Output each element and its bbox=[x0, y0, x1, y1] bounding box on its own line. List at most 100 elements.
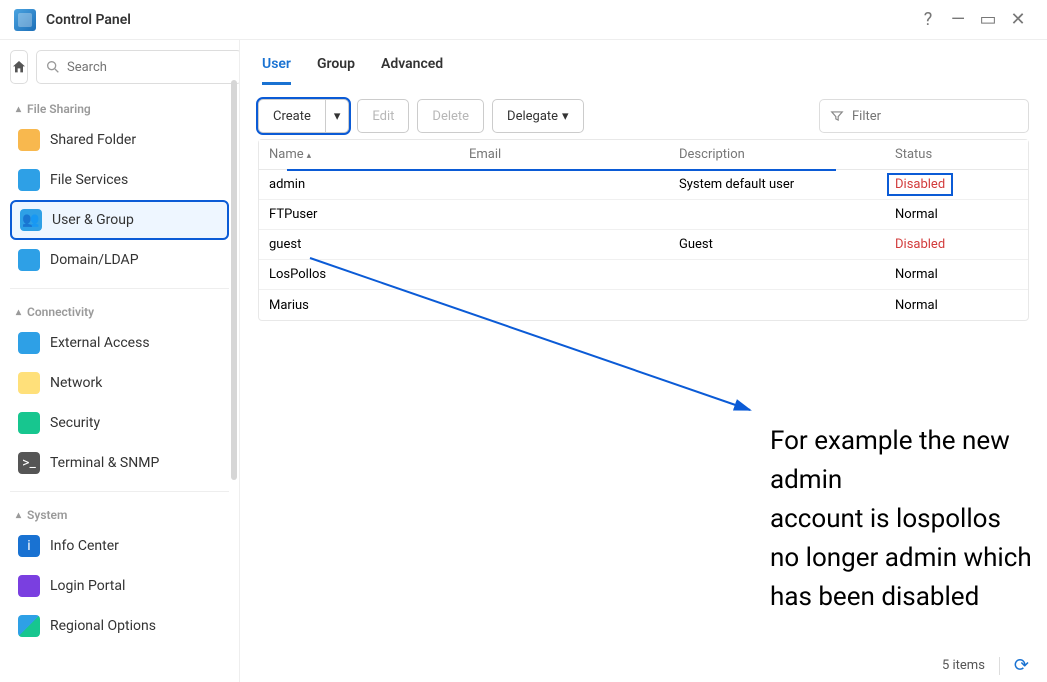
sidebar-item-label: Network bbox=[50, 375, 102, 391]
item-count: 5 items bbox=[942, 658, 985, 673]
create-button-group: Create ▾ bbox=[258, 99, 349, 133]
search-icon bbox=[45, 59, 61, 75]
scrollbar[interactable] bbox=[231, 80, 237, 480]
sidebar-item-info-center[interactable]: i Info Center bbox=[10, 526, 229, 566]
divider bbox=[999, 657, 1000, 675]
sidebar-item-domain-ldap[interactable]: Domain/LDAP bbox=[10, 240, 229, 280]
create-button[interactable]: Create bbox=[258, 99, 326, 133]
terminal-icon: >_ bbox=[18, 452, 40, 474]
table-row[interactable]: LosPollos Normal bbox=[259, 260, 1028, 290]
sidebar-item-external-access[interactable]: External Access bbox=[10, 323, 229, 363]
cell-status: Disabled bbox=[889, 177, 1028, 192]
cell-name: guest bbox=[259, 237, 469, 252]
sidebar-item-regional-options[interactable]: Regional Options bbox=[10, 606, 229, 646]
chevron-down-icon: ▾ bbox=[334, 109, 341, 124]
cell-name: Marius bbox=[259, 298, 469, 313]
maximize-button[interactable]: ▭ bbox=[973, 9, 1003, 30]
users-icon: 👥 bbox=[20, 209, 42, 231]
minimize-button[interactable]: — bbox=[943, 9, 973, 30]
home-button[interactable] bbox=[10, 50, 28, 84]
sidebar-item-file-services[interactable]: File Services bbox=[10, 160, 229, 200]
cell-name: FTPuser bbox=[259, 207, 469, 222]
section-connectivity[interactable]: ▴Connectivity bbox=[10, 297, 229, 323]
table-row[interactable]: FTPuser Normal bbox=[259, 200, 1028, 230]
delete-button[interactable]: Delete bbox=[417, 99, 484, 133]
folder-icon bbox=[18, 129, 40, 151]
section-system[interactable]: ▴System bbox=[10, 500, 229, 526]
tab-advanced[interactable]: Advanced bbox=[381, 56, 443, 85]
sidebar-item-label: User & Group bbox=[52, 212, 134, 228]
filter-icon bbox=[830, 108, 844, 124]
sidebar-item-security[interactable]: Security bbox=[10, 403, 229, 443]
cell-description: System default user bbox=[679, 177, 889, 192]
section-file-sharing[interactable]: ▴File Sharing bbox=[10, 94, 229, 120]
tab-user[interactable]: User bbox=[262, 56, 291, 85]
sidebar: ▴File Sharing Shared Folder File Service… bbox=[0, 40, 240, 682]
tabs: User Group Advanced bbox=[258, 50, 1029, 85]
login-icon bbox=[18, 575, 40, 597]
chevron-up-icon: ▴ bbox=[16, 510, 21, 521]
domain-icon bbox=[18, 249, 40, 271]
refresh-button[interactable]: ⟳ bbox=[1014, 655, 1029, 676]
table-row[interactable]: guest GuestDisabled bbox=[259, 230, 1028, 260]
shield-icon bbox=[18, 412, 40, 434]
toolbar: Create ▾ Edit Delete Delegate ▾ bbox=[258, 99, 1029, 133]
sidebar-item-label: Terminal & SNMP bbox=[50, 455, 159, 471]
sort-asc-icon: ▴ bbox=[307, 151, 312, 161]
table-row[interactable]: admin System default userDisabled bbox=[259, 170, 1028, 200]
sidebar-item-label: External Access bbox=[50, 335, 150, 351]
files-icon bbox=[18, 169, 40, 191]
tab-group[interactable]: Group bbox=[317, 56, 355, 85]
create-dropdown-button[interactable]: ▾ bbox=[326, 99, 350, 133]
cell-description: Guest bbox=[679, 237, 889, 252]
chevron-up-icon: ▴ bbox=[16, 104, 21, 115]
cell-status: Normal bbox=[889, 298, 1028, 313]
cell-name: admin bbox=[259, 177, 469, 192]
close-button[interactable]: ✕ bbox=[1003, 9, 1033, 30]
edit-button[interactable]: Edit bbox=[357, 99, 409, 133]
window-titlebar: Control Panel ? — ▭ ✕ bbox=[0, 0, 1047, 40]
globe-icon bbox=[18, 332, 40, 354]
sidebar-item-label: Shared Folder bbox=[50, 132, 136, 148]
sidebar-item-terminal-snmp[interactable]: >_ Terminal & SNMP bbox=[10, 443, 229, 483]
cell-status: Normal bbox=[889, 207, 1028, 222]
column-header-email[interactable]: Email bbox=[469, 147, 679, 162]
column-header-description[interactable]: Description bbox=[679, 147, 889, 162]
cell-status: Normal bbox=[889, 267, 1028, 282]
annotation-text: For example the new admin account is los… bbox=[770, 422, 1047, 617]
footer: 5 items ⟳ bbox=[942, 655, 1029, 676]
content-area: User Group Advanced Create ▾ Edit Delete… bbox=[240, 40, 1047, 682]
sidebar-item-label: Domain/LDAP bbox=[50, 252, 139, 268]
cell-name: LosPollos bbox=[259, 267, 469, 282]
column-header-name[interactable]: Name▴ bbox=[259, 147, 469, 162]
window-title: Control Panel bbox=[46, 12, 131, 28]
chevron-up-icon: ▴ bbox=[16, 307, 21, 318]
filter-input[interactable] bbox=[852, 109, 1018, 124]
search-input[interactable] bbox=[67, 60, 233, 75]
sidebar-item-login-portal[interactable]: Login Portal bbox=[10, 566, 229, 606]
chevron-down-icon: ▾ bbox=[562, 109, 569, 124]
sidebar-item-shared-folder[interactable]: Shared Folder bbox=[10, 120, 229, 160]
delegate-button[interactable]: Delegate ▾ bbox=[492, 99, 584, 133]
sidebar-item-user-group[interactable]: 👥 User & Group bbox=[10, 200, 229, 240]
table-row[interactable]: Marius Normal bbox=[259, 290, 1028, 320]
divider bbox=[10, 491, 229, 492]
column-header-status[interactable]: Status bbox=[889, 147, 1028, 162]
cell-status: Disabled bbox=[889, 237, 1028, 252]
sidebar-item-label: Regional Options bbox=[50, 618, 156, 634]
home-icon bbox=[11, 59, 27, 75]
help-button[interactable]: ? bbox=[913, 9, 943, 30]
table-header: Name▴ Email Description Status bbox=[259, 140, 1028, 170]
divider bbox=[10, 288, 229, 289]
sidebar-item-network[interactable]: Network bbox=[10, 363, 229, 403]
app-logo-icon bbox=[14, 9, 36, 31]
search-input-wrapper[interactable] bbox=[36, 50, 240, 84]
filter-input-wrapper[interactable] bbox=[819, 99, 1029, 133]
region-icon bbox=[18, 615, 40, 637]
sidebar-item-label: Security bbox=[50, 415, 100, 431]
sidebar-item-label: File Services bbox=[50, 172, 128, 188]
sidebar-item-label: Info Center bbox=[50, 538, 119, 554]
info-icon: i bbox=[18, 535, 40, 557]
users-table: Name▴ Email Description Status admin Syst… bbox=[258, 139, 1029, 321]
sidebar-item-label: Login Portal bbox=[50, 578, 125, 594]
